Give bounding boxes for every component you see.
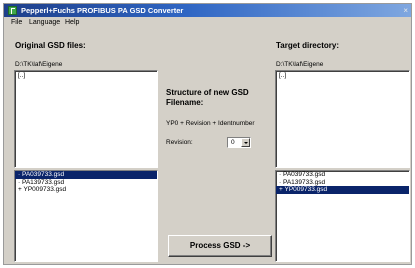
title-bar: Pepperl+Fuchs PROFIBUS PA GSD Converter … (4, 4, 411, 17)
file-item[interactable]: + YP009733.gsd (276, 186, 409, 194)
dir-item-parent[interactable]: [..] (15, 71, 157, 80)
filename-structure-heading: Structure of new GSD Filename: (166, 88, 249, 107)
target-directory-list[interactable]: [..] (275, 70, 410, 168)
target-directory-label: Target directory: (276, 41, 339, 50)
close-icon[interactable]: × (403, 4, 408, 17)
file-item[interactable]: · PA039733.gsd (276, 171, 409, 179)
window-title: Pepperl+Fuchs PROFIBUS PA GSD Converter (21, 6, 184, 15)
revision-label: Revision: (166, 139, 193, 146)
file-item[interactable]: · PA139733.gsd (276, 179, 409, 187)
file-item[interactable]: · PA139733.gsd (15, 179, 157, 187)
menu-file[interactable]: File (11, 18, 22, 28)
revision-select[interactable]: 0 (227, 137, 251, 148)
menu-help[interactable]: Help (65, 18, 79, 28)
revision-value: 0 (231, 139, 235, 146)
target-file-list[interactable]: · PA039733.gsd · PA139733.gsd + YP009733… (275, 170, 410, 262)
converter-window: Pepperl+Fuchs PROFIBUS PA GSD Converter … (3, 3, 412, 265)
source-path: D:\TK\laf\Eigene (15, 61, 63, 68)
process-gsd-button[interactable]: Process GSD -> (168, 235, 272, 257)
file-item[interactable]: + YP009733.gsd (15, 186, 157, 194)
target-path: D:\TK\laf\Eigene (276, 61, 324, 68)
filename-formula: YP0 + Revision + Identnumber (166, 120, 255, 127)
app-icon (8, 6, 17, 15)
source-file-list[interactable]: · PA039733.gsd · PA139733.gsd + YP009733… (14, 170, 158, 262)
menu-language[interactable]: Language (29, 18, 60, 28)
original-gsd-files-label: Original GSD files: (15, 41, 86, 50)
source-directory-list[interactable]: [..] (14, 70, 158, 168)
dir-item-parent[interactable]: [..] (276, 71, 409, 80)
menu-bar: File Language Help (4, 18, 411, 28)
file-item[interactable]: · PA039733.gsd (15, 171, 157, 179)
chevron-down-icon[interactable] (241, 138, 250, 147)
